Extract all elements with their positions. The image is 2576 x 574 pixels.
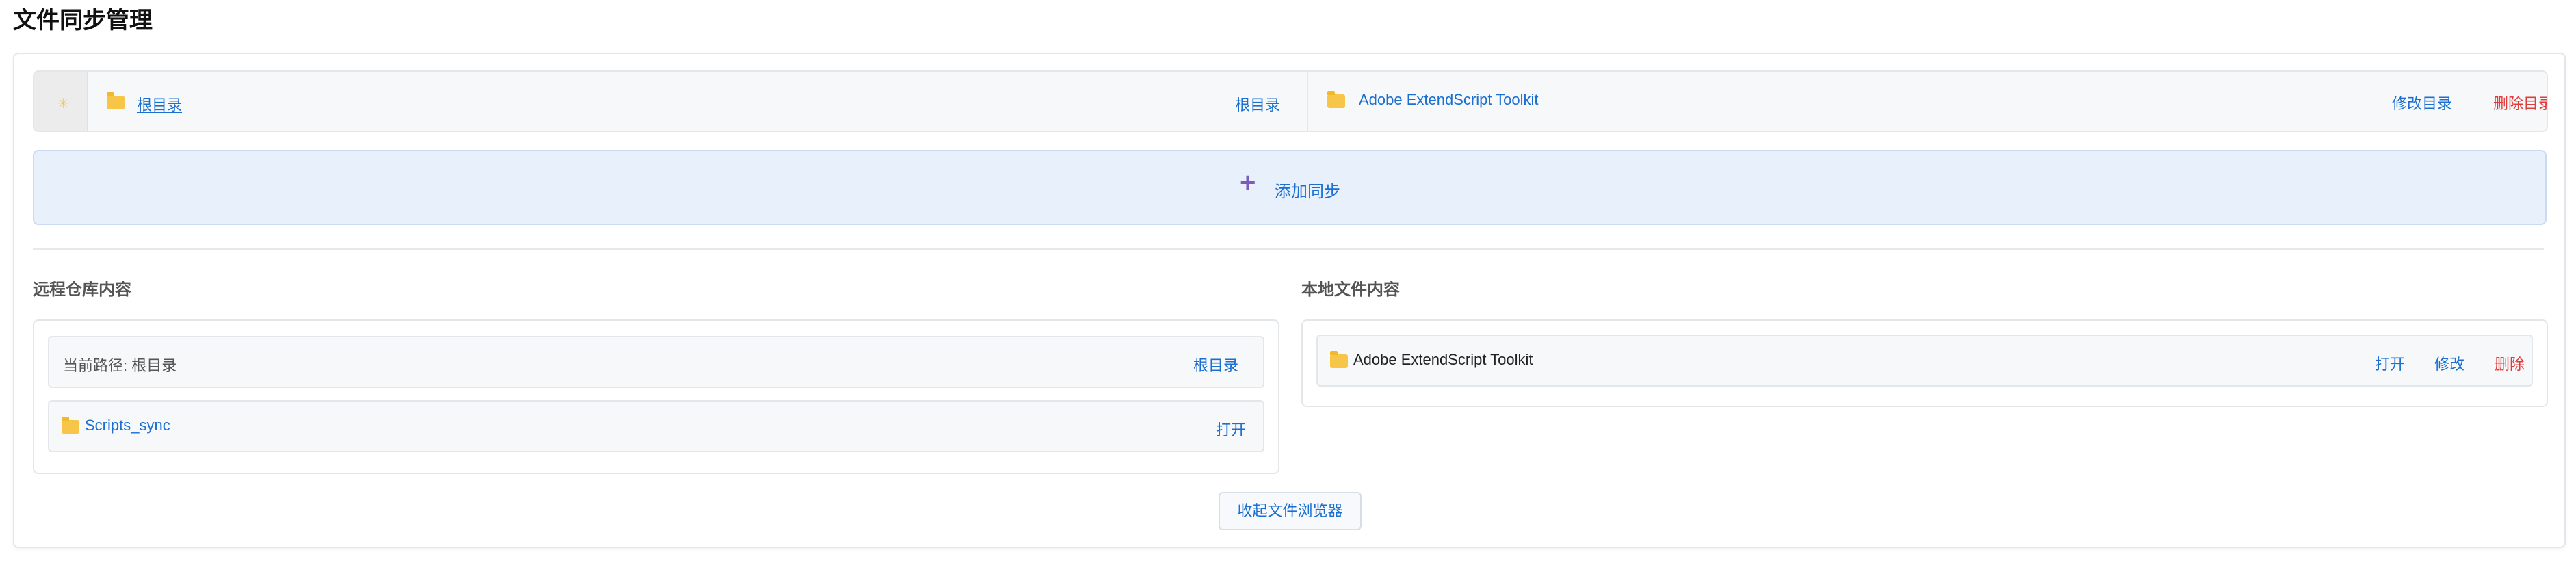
list-item: Adobe ExtendScript Toolkit 打开 修改 删除 [1316,335,2533,387]
delete-dir-button[interactable]: 删除目录 [2493,92,2547,114]
delete-button[interactable]: 删除 [2495,352,2525,374]
open-button[interactable]: 打开 [2375,352,2405,374]
plus-icon: + [1240,168,1256,198]
sync-pair-row: ✳ 根目录 根目录 Adobe ExtendScript Toolkit 修改目… [33,70,2548,132]
local-panel: Adobe ExtendScript Toolkit 打开 修改 删除 [1301,319,2548,407]
collapse-browser-button[interactable]: 收起文件浏览器 [1219,492,1362,530]
add-sync-button[interactable]: + 添加同步 [33,150,2547,225]
drag-handle[interactable]: ✳ [34,72,88,131]
local-item-name: Adobe ExtendScript Toolkit [1353,351,1533,368]
folder-icon [62,417,79,434]
folder-icon [1330,351,1348,368]
remote-panel: 当前路径: 根目录 根目录 Scripts_sync 打开 [33,319,1279,474]
add-sync-label: 添加同步 [1275,183,1340,201]
remote-item-name[interactable]: Scripts_sync [85,417,170,434]
local-section-title: 本地文件内容 [1301,281,1400,299]
folder-icon [1327,91,1345,108]
current-path-label: 当前路径: 根目录 [63,357,177,374]
remote-root-link[interactable]: 根目录 [1193,354,1238,376]
open-button[interactable]: 打开 [1216,418,1246,440]
remote-root-button[interactable]: 根目录 [1235,93,1280,115]
remote-dir-link[interactable]: 根目录 [137,93,182,115]
edit-dir-button[interactable]: 修改目录 [2392,92,2452,114]
edit-button[interactable]: 修改 [2434,352,2464,374]
folder-icon [107,92,125,109]
section-divider [33,248,2544,250]
local-dir-half: Adobe ExtendScript Toolkit 修改目录 删除目录 [1308,72,2547,131]
local-dir-name: Adobe ExtendScript Toolkit [1359,91,1539,108]
list-item: Scripts_sync 打开 [48,400,1264,452]
drag-dot-icon: ✳ [57,96,69,112]
current-path-row: 当前路径: 根目录 根目录 [48,336,1264,388]
remote-section-title: 远程仓库内容 [33,281,131,299]
page-title: 文件同步管理 [13,8,153,34]
